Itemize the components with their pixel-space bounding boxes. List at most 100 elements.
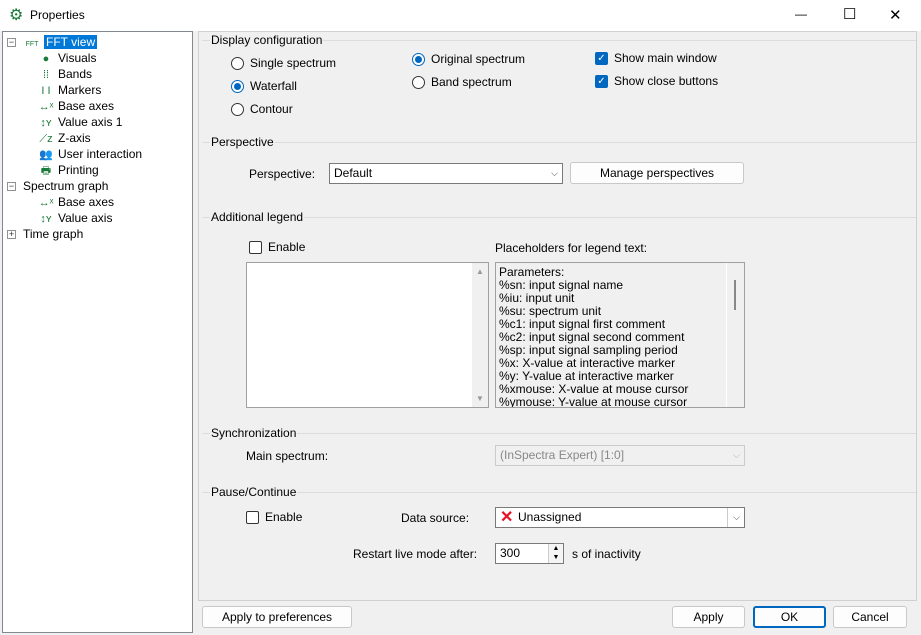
show-main-window-checkbox[interactable]: ✓ Show main window (595, 51, 717, 65)
legend-text-area[interactable]: ▲ ▼ (246, 262, 489, 408)
tree-item-icon: ↔ˣ (38, 101, 54, 113)
tree-item[interactable]: Time graph (23, 226, 83, 242)
original-spectrum-radio[interactable]: Original spectrum (412, 52, 525, 66)
placeholders-list[interactable]: Parameters: %sn: input signal name %iu: in… (495, 262, 745, 408)
value: (InSpectra Expert) [1:0] (500, 448, 625, 462)
tree-item[interactable]: ↕ʏ Value axis (37, 210, 112, 226)
ok-button[interactable]: OK (753, 606, 826, 628)
group-title: Synchronization (210, 426, 298, 440)
expand-icon[interactable]: + (7, 230, 16, 239)
tree-item-icon: ⟋z (39, 133, 53, 145)
pause-enable-checkbox[interactable]: Enable (246, 510, 302, 524)
tree-item-label: Time graph (23, 227, 84, 241)
perspective-dropdown[interactable]: Default ⌵ (329, 163, 563, 184)
data-source-label: Data source: (401, 511, 470, 525)
label: Original spectrum (431, 52, 526, 66)
tree-item[interactable]: ⁞⁞ Bands (37, 66, 92, 82)
tree-item-label: Base axes (58, 99, 115, 113)
scrollbar[interactable]: ▲ ▼ (472, 263, 488, 407)
tree-item[interactable]: ↔ˣ Base axes (37, 98, 114, 114)
label: Show main window (614, 51, 717, 65)
spinner-arrows[interactable]: ▲ ▼ (548, 544, 563, 563)
tree-item-label: Base axes (58, 195, 115, 209)
manage-perspectives-button[interactable]: Manage perspectives (570, 162, 744, 184)
main-spectrum-dropdown[interactable]: (InSpectra Expert) [1:0] ⌵ (495, 445, 745, 466)
tree-item-label: Bands (58, 67, 93, 81)
pause-continue-group: Pause/Continue (202, 485, 916, 578)
restart-seconds-spinner[interactable]: 300 ▲ ▼ (495, 543, 564, 564)
tree-item[interactable]: ● Visuals (37, 50, 97, 66)
data-source-dropdown[interactable]: ✕ Unassigned ⌵ (495, 507, 745, 528)
tree-item-label: Markers (58, 83, 102, 97)
collapse-icon[interactable]: − (7, 182, 16, 191)
label: Enable (265, 510, 303, 524)
placeholder-item: %ymouse: Y-value at mouse cursor (499, 395, 688, 408)
tree-item-icon: ↔ˣ (38, 197, 54, 209)
minimize-button[interactable]: — (795, 7, 807, 21)
tree-item-label: Z-axis (58, 131, 91, 145)
label: Single spectrum (250, 56, 337, 70)
waterfall-radio[interactable]: Waterfall (231, 79, 297, 93)
single-spectrum-radio[interactable]: Single spectrum (231, 56, 336, 70)
label: Show close buttons (614, 74, 719, 88)
cancel-button[interactable]: Cancel (833, 606, 907, 628)
display-configuration-group: Display configuration (202, 33, 916, 125)
chevron-down-icon: ⌵ (551, 168, 558, 178)
property-tree[interactable]: − FFT FFT view ● Visuals ⁞⁞ Bands I I Markers ↔ˣ B… (2, 31, 193, 633)
show-close-buttons-checkbox[interactable]: ✓ Show close buttons (595, 74, 718, 88)
tree-item[interactable]: 👥 User interaction (37, 146, 142, 162)
tree-item-icon: 👥 (39, 149, 53, 161)
tree-item-icon: ↕ʏ (40, 213, 52, 225)
tree-item-label: Visuals (58, 51, 97, 65)
band-spectrum-radio[interactable]: Band spectrum (412, 75, 512, 89)
restart-unit: s of inactivity (572, 547, 641, 561)
tree-item-icon: ↕ʏ (40, 117, 52, 129)
tree-item-label: Value axis (58, 211, 113, 225)
group-title: Additional legend (210, 210, 305, 224)
label: Enable (268, 240, 306, 254)
perspective-label: Perspective: (249, 167, 316, 181)
contour-radio[interactable]: Contour (231, 102, 293, 116)
value: Default (334, 166, 373, 180)
group-title: Pause/Continue (210, 485, 298, 499)
tree-item-label: FFT view (44, 35, 98, 49)
tree-item-icon: ● (42, 53, 50, 65)
tree-item-label: Printing (58, 163, 99, 177)
tree-item[interactable]: ⟋z Z-axis (37, 130, 91, 146)
label: Waterfall (250, 79, 297, 93)
main-spectrum-label: Main spectrum: (246, 449, 329, 463)
tree-item[interactable]: Spectrum graph (23, 178, 108, 194)
restart-label: Restart live mode after: (353, 547, 478, 561)
tree-item-label: Value axis 1 (58, 115, 123, 129)
maximize-button[interactable]: ☐ (843, 5, 856, 23)
check-icon: ✓ (595, 74, 608, 88)
tree-item-label: Spectrum graph (23, 179, 109, 193)
chevron-down-icon: ⌵ (733, 512, 740, 522)
group-title: Perspective (210, 135, 275, 149)
tree-item[interactable]: ↕ʏ Value axis 1 (37, 114, 122, 130)
tree-item-label: User interaction (58, 147, 143, 161)
apply-to-preferences-button[interactable]: Apply to preferences (202, 606, 352, 628)
title-bar: ⚙ Properties — ☐ ✕ (0, 0, 921, 31)
close-button[interactable]: ✕ (889, 6, 902, 24)
tree-item[interactable]: I I Markers (37, 82, 101, 98)
value: 300 (500, 546, 521, 560)
tree-item[interactable]: ↔ˣ Base axes (37, 194, 114, 210)
value: Unassigned (518, 510, 582, 524)
red-x-icon: ✕ (500, 509, 514, 526)
tree-item[interactable]: 🖶 Printing (37, 162, 99, 178)
window-title: Properties (30, 8, 85, 22)
tree-item-icon: 🖶 (40, 165, 52, 177)
tree-item-icon: I I (41, 85, 51, 97)
tree-item[interactable]: FFT FFT view (23, 34, 98, 50)
label: Band spectrum (431, 75, 512, 89)
legend-enable-checkbox[interactable]: Enable (249, 240, 305, 254)
collapse-icon[interactable]: − (7, 38, 16, 47)
placeholders-label: Placeholders for legend text: (495, 241, 648, 255)
chevron-down-icon: ⌵ (733, 450, 740, 460)
group-title: Display configuration (210, 33, 324, 47)
label: Contour (250, 102, 293, 116)
tree-item-icon: ⁞⁞ (42, 69, 50, 81)
apply-button[interactable]: Apply (672, 606, 745, 628)
scrollbar-thumb[interactable] (734, 280, 736, 310)
